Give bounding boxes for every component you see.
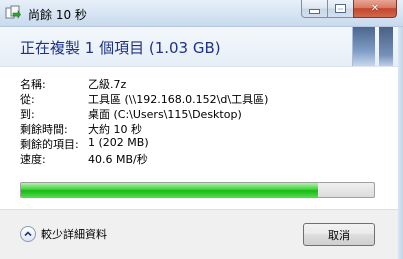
header-decoration [352, 27, 375, 66]
items-remaining-label: 剩餘的項目: [20, 138, 79, 151]
detail-row-speed: 速度: 40.6 MB/秒 [20, 151, 268, 166]
less-details-label[interactable]: 較少詳細資料 [41, 226, 107, 242]
caption-buttons: ✕ [301, 0, 397, 19]
detail-row-time: 剩餘時間: 大約 10 秒 [20, 121, 268, 136]
speed-value: 40.6 MB/秒 [88, 153, 148, 166]
cancel-button[interactable]: 取消 [303, 223, 375, 246]
close-button[interactable]: ✕ [353, 0, 397, 18]
to-value[interactable]: 桌面 (C:\Users\115\Desktop) [88, 106, 242, 121]
file-copy-icon [5, 5, 21, 21]
time-remaining-label: 剩餘時間: [20, 123, 68, 136]
name-label: 名稱: [20, 78, 46, 91]
less-details-toggle[interactable]: 較少詳細資料 [20, 226, 107, 242]
maximize-button[interactable] [327, 0, 353, 18]
from-value[interactable]: 工具區 (\\192.168.0.152\d\工具區) [88, 91, 268, 106]
minimize-button[interactable] [301, 0, 327, 18]
from-label: 從: [20, 93, 35, 106]
title-bar[interactable]: 尚餘 10 秒 ✕ [0, 0, 403, 27]
minimize-icon [309, 9, 320, 14]
speed-label: 速度: [20, 153, 46, 166]
dialog-header: 正在複製 1 個項目 (1.03 GB) [0, 27, 403, 67]
detail-row-from: 從: 工具區 (\\192.168.0.152\d\工具區) [20, 91, 268, 106]
to-label: 到: [20, 108, 35, 121]
copy-details: 名稱: 乙級.7z 從: 工具區 (\\192.168.0.152\d\工具區)… [20, 76, 268, 166]
dialog-footer: 較少詳細資料 取消 [0, 209, 403, 259]
items-remaining-value: 1 (202 MB) [88, 136, 149, 149]
time-remaining-value: 大約 10 秒 [88, 123, 142, 136]
header-title: 正在複製 1 個項目 (1.03 GB) [20, 39, 221, 57]
copy-progress-dialog: 尚餘 10 秒 ✕ 正在複製 1 個項目 (1.03 GB) 名稱: 乙級.7z… [0, 0, 403, 259]
header-decoration-2 [379, 27, 393, 66]
detail-row-to: 到: 桌面 (C:\Users\115\Desktop) [20, 106, 268, 121]
maximize-icon [336, 5, 345, 12]
close-icon: ✕ [370, 2, 380, 14]
window-title: 尚餘 10 秒 [28, 8, 87, 22]
window-border-right [398, 27, 403, 259]
chevron-up-icon[interactable] [20, 226, 36, 242]
detail-row-name: 名稱: 乙級.7z [20, 76, 268, 91]
detail-row-items: 剩餘的項目: 1 (202 MB) [20, 136, 268, 151]
name-value: 乙級.7z [88, 78, 127, 91]
progress-bar [20, 182, 375, 198]
progress-bar-fill [21, 183, 318, 197]
